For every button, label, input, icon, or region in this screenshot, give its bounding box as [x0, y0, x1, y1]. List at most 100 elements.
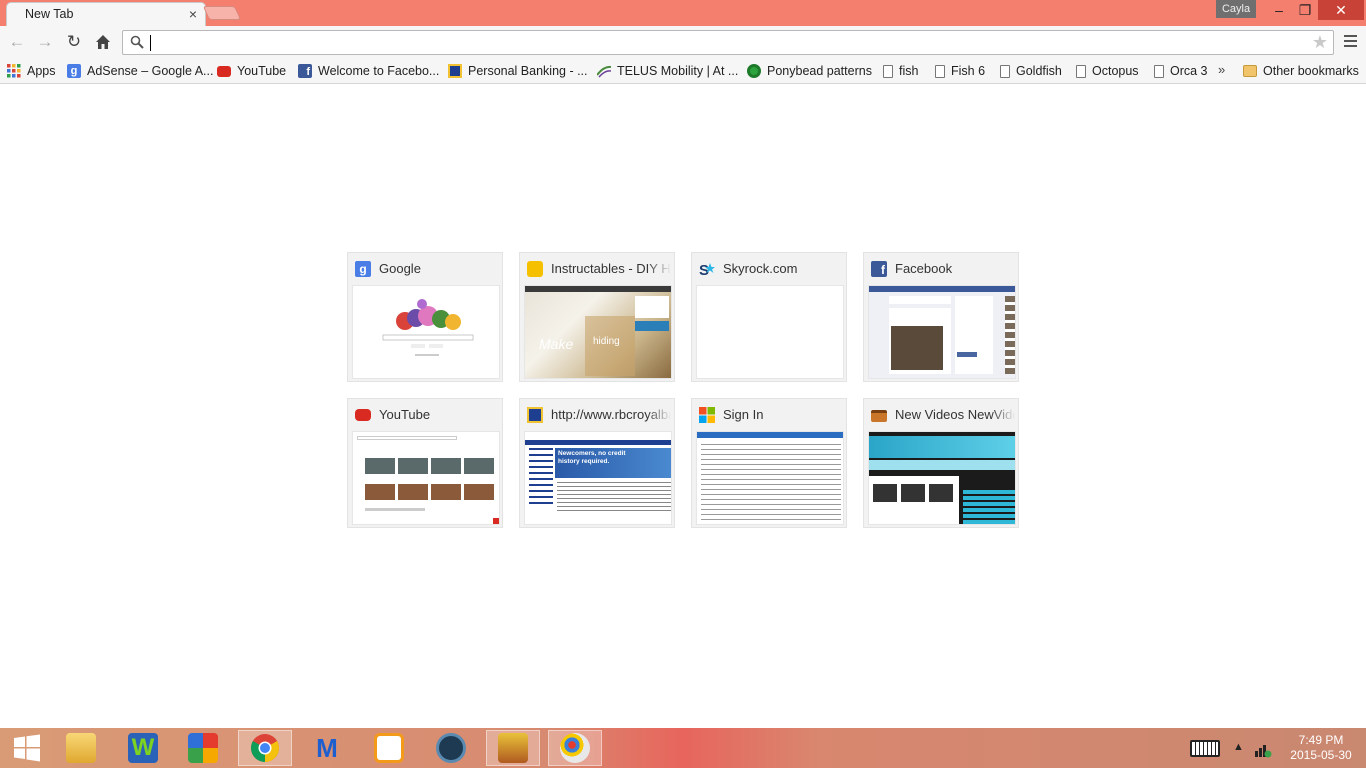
bookmark-apps[interactable]: Apps	[7, 62, 56, 80]
google-icon: g	[67, 64, 81, 78]
omnibox-input[interactable]	[149, 33, 1299, 52]
start-button[interactable]	[0, 730, 54, 766]
taskbar-chrome[interactable]	[238, 730, 292, 766]
bookmark-label: Personal Banking - ...	[468, 64, 588, 78]
most-visited-tile-facebook[interactable]: f Facebook	[863, 252, 1019, 382]
tab-close-icon[interactable]: ×	[189, 6, 197, 22]
facebook-icon: f	[298, 64, 312, 78]
tile-title: YouTube	[379, 407, 431, 422]
media-player-icon	[374, 733, 404, 763]
bookmark-label: YouTube	[237, 64, 287, 78]
forward-button[interactable]: →	[34, 31, 56, 53]
bookmark-ponybead[interactable]: Ponybead patterns	[747, 62, 872, 80]
touch-keyboard-icon[interactable]	[1190, 740, 1220, 757]
minimize-button[interactable]: –	[1266, 0, 1292, 20]
rbc-icon	[527, 407, 543, 423]
tile-thumbnail	[868, 431, 1016, 525]
taskbar-malwarebytes[interactable]: M	[300, 730, 354, 766]
bookmark-label: Apps	[27, 64, 56, 78]
taskbar-wordperfect[interactable]: W	[116, 730, 170, 766]
taskbar-file-explorer[interactable]	[54, 730, 108, 766]
bookmark-label: AdSense – Google A...	[87, 64, 214, 78]
clock-time: 7:49 PM	[1298, 733, 1344, 747]
bookmark-personal-banking[interactable]: Personal Banking - ...	[448, 62, 588, 80]
svg-text:S: S	[699, 262, 709, 277]
paint-palette-icon	[560, 733, 590, 763]
bookmark-octopus[interactable]: Octopus	[1076, 62, 1139, 80]
bookmark-label: Ponybead patterns	[767, 64, 872, 78]
w-app-icon: W	[128, 733, 158, 763]
most-visited-tile-instructables[interactable]: Instructables - DIY How To Make hiding	[519, 252, 675, 382]
tile-title: Skyrock.com	[723, 261, 798, 276]
tile-title: Instructables - DIY How To	[551, 261, 671, 276]
most-visited-tile-google[interactable]: g Google	[347, 252, 503, 382]
taskbar-game-app[interactable]	[486, 730, 540, 766]
other-bookmarks-label: Other bookmarks	[1263, 64, 1359, 78]
bookmark-label: Octopus	[1092, 64, 1139, 78]
text-caret	[150, 35, 151, 51]
profile-button[interactable]: Cayla	[1216, 0, 1256, 18]
film-icon	[436, 733, 466, 763]
home-button[interactable]	[92, 31, 114, 53]
folder-icon	[1243, 65, 1257, 77]
bookmark-fish-6[interactable]: Fish 6	[935, 62, 985, 80]
reload-button[interactable]: ↻	[63, 31, 85, 53]
search-icon	[130, 35, 144, 49]
tray-expand-icon[interactable]: ▲	[1233, 741, 1244, 753]
chrome-icon	[251, 734, 279, 762]
folder-icon	[66, 733, 96, 763]
window-titlebar: New Tab × Cayla – ❐ ✕	[0, 0, 1366, 27]
bookmark-star-icon[interactable]: ★	[1312, 32, 1328, 53]
tile-title: http://www.rbcroyalbank.com	[551, 407, 671, 422]
microsoft-icon	[699, 407, 715, 423]
taskbar-app-colorful[interactable]	[176, 730, 230, 766]
bookmark-facebook[interactable]: f Welcome to Facebo...	[298, 62, 439, 80]
tab-title: New Tab	[25, 7, 74, 21]
tile-thumbnail: Make hiding	[524, 285, 672, 379]
most-visited-tile-new-videos[interactable]: New Videos NewVideos	[863, 398, 1019, 528]
new-tab-button[interactable]	[202, 6, 242, 20]
bookmark-orca-3[interactable]: Orca 3	[1154, 62, 1208, 80]
tab-new-tab[interactable]: New Tab ×	[6, 2, 206, 27]
close-button[interactable]: ✕	[1318, 0, 1364, 20]
telus-icon	[597, 65, 611, 78]
omnibox[interactable]: ★	[122, 30, 1334, 55]
youtube-icon	[355, 409, 371, 421]
most-visited-tile-sign-in[interactable]: Sign In	[691, 398, 847, 528]
document-icon	[1000, 64, 1010, 78]
chrome-menu-button[interactable]	[1340, 32, 1360, 52]
tile-thumbnail	[352, 431, 500, 525]
taskbar-clock[interactable]: 7:49 PM 2015-05-30	[1282, 733, 1360, 763]
bookmark-adsense[interactable]: g AdSense – Google A...	[67, 62, 213, 80]
taskbar-video-app[interactable]	[424, 730, 478, 766]
taskbar-paint[interactable]	[548, 730, 602, 766]
tile-thumbnail	[696, 431, 844, 525]
bookmarks-overflow-button[interactable]: »	[1218, 62, 1225, 77]
colorful-app-icon	[188, 733, 218, 763]
most-visited-tile-skyrock[interactable]: S Skyrock.com	[691, 252, 847, 382]
clock-date: 2015-05-30	[1290, 748, 1352, 762]
bookmark-telus[interactable]: TELUS Mobility | At ...	[597, 62, 738, 80]
network-icon[interactable]	[1254, 740, 1272, 758]
taskbar-media-player[interactable]	[362, 730, 416, 766]
bookmark-label: TELUS Mobility | At ...	[617, 64, 739, 78]
home-icon	[96, 35, 110, 49]
bookmark-goldfish[interactable]: Goldfish	[1000, 62, 1062, 80]
instructables-icon	[527, 261, 543, 277]
other-bookmarks-button[interactable]: Other bookmarks	[1243, 62, 1359, 80]
tile-title: Google	[379, 261, 421, 276]
bookmark-label: Welcome to Facebo...	[318, 64, 440, 78]
tile-thumbnail	[696, 285, 844, 379]
tile-thumbnail	[352, 285, 500, 379]
bookmark-fish[interactable]: fish	[883, 62, 918, 80]
most-visited-tile-youtube[interactable]: YouTube	[347, 398, 503, 528]
bookmark-label: Goldfish	[1016, 64, 1062, 78]
bookmark-label: Orca 3	[1170, 64, 1208, 78]
rbc-icon	[448, 64, 462, 78]
maximize-button[interactable]: ❐	[1292, 0, 1318, 20]
most-visited-tile-rbc[interactable]: http://www.rbcroyalbank.com Newcomers, n…	[519, 398, 675, 528]
facebook-icon: f	[871, 261, 887, 277]
thumb-rbc-headline: Newcomers, no credit history required.	[558, 450, 626, 465]
back-button[interactable]: ←	[6, 31, 28, 53]
bookmark-youtube[interactable]: YouTube	[217, 62, 286, 80]
